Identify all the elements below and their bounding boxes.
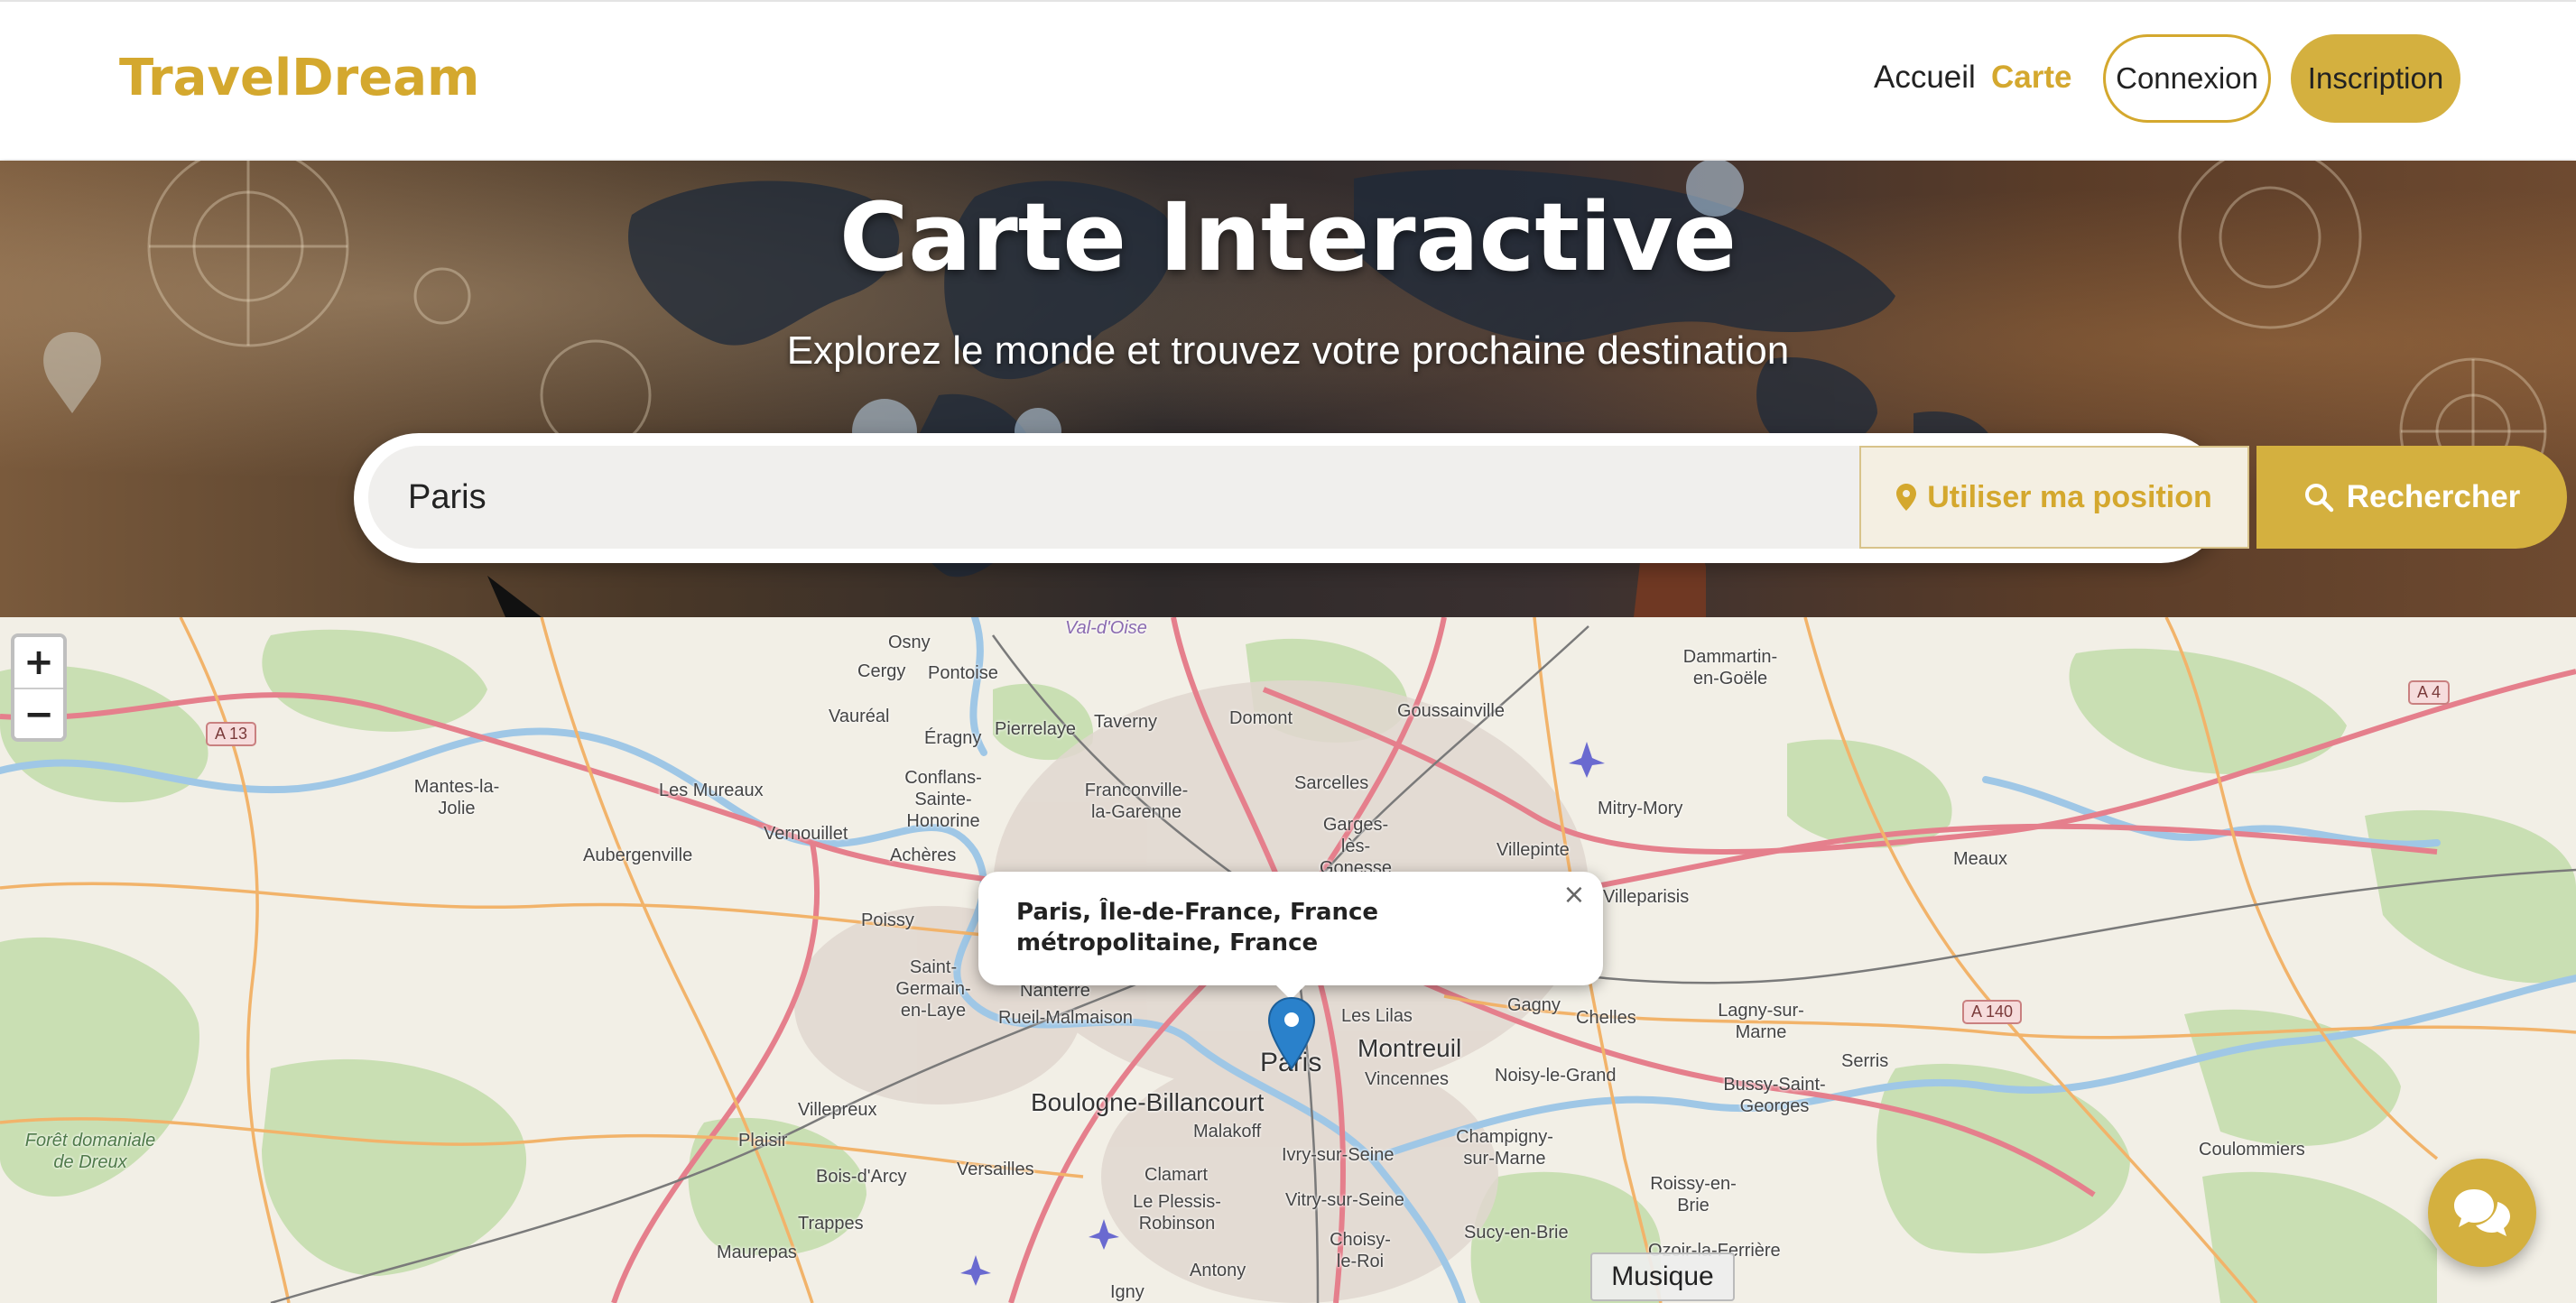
top-navbar: TravelDream Accueil Carte Connexion Insc… (0, 0, 2576, 159)
map-label: Serris (1841, 1051, 1889, 1071)
music-toggle-button[interactable]: Musique (1590, 1252, 1735, 1301)
map-label: Ivry-sur-Seine (1282, 1145, 1395, 1165)
map-label: Osny (888, 633, 931, 652)
map-label: Chelles (1576, 1008, 1636, 1028)
map-label: Garges-lès-Gonesse (1319, 815, 1393, 878)
destination-search-form: Utiliser ma position Rechercher (354, 433, 2567, 563)
map-label: Montreuil (1357, 1034, 1462, 1062)
map-label: Conflans-Sainte-Honorine (904, 768, 982, 831)
map-label: Choisy-le-Roi (1330, 1230, 1391, 1271)
map-pin-icon (1896, 484, 1917, 511)
zoom-out-button[interactable]: − (14, 688, 63, 738)
map-label: Sucy-en-Brie (1464, 1223, 1569, 1243)
page-subtitle: Explorez le monde et trouvez votre proch… (786, 328, 1790, 373)
map-label: Champigny-sur-Marne (1456, 1127, 1553, 1169)
map-label: Vernouillet (764, 824, 848, 844)
signup-button[interactable]: Inscription (2291, 34, 2460, 123)
map-label: Pierrelaye (995, 719, 1077, 739)
map-label: Villeparisis (1603, 887, 1690, 907)
map-label: Vincennes (1365, 1069, 1450, 1089)
search-icon (2304, 484, 2333, 513)
brand-logo[interactable]: TravelDream (119, 49, 479, 107)
map-label: Domont (1229, 708, 1293, 728)
map-label: Vitry-sur-Seine (1285, 1190, 1404, 1210)
map-label: Le Plessis-Robinson (1133, 1192, 1221, 1234)
map-label: Vauréal (829, 707, 890, 726)
map-label: Achères (890, 846, 957, 865)
map-label: Villepinte (1496, 840, 1570, 860)
zoom-control: + − (11, 633, 67, 742)
map-label: Gagny (1507, 995, 1561, 1015)
chat-bubbles-icon (2454, 1189, 2510, 1236)
map-label: Mitry-Mory (1598, 799, 1683, 818)
map-label: Bois-d'Arcy (816, 1167, 907, 1187)
login-button[interactable]: Connexion (2103, 34, 2271, 123)
map-label: Rueil-Malmaison (998, 1008, 1133, 1028)
interactive-map[interactable]: Osny Val-d'Oise Cergy Pontoise Vauréal É… (0, 617, 2576, 1303)
map-label: Mantes-la-Jolie (413, 777, 500, 818)
map-label: Éragny (924, 728, 982, 748)
chat-button[interactable] (2428, 1159, 2536, 1267)
map-label: Plaisir (738, 1131, 788, 1151)
map-label: Maurepas (717, 1243, 797, 1262)
map-label: Lagny-sur-Marne (1718, 1001, 1804, 1042)
map-label: Forêt domaniale de Dreux (24, 1131, 156, 1172)
hero-banner: Carte Interactive Explorez le monde et t… (0, 161, 2576, 617)
map-label: Trappes (798, 1214, 864, 1234)
map-label: Poissy (861, 910, 914, 930)
map-label: Pontoise (928, 663, 998, 683)
map-label: Bussy-Saint-Georges (1723, 1075, 1826, 1116)
destination-search-input[interactable] (368, 446, 1859, 549)
map-label: Sarcelles (1294, 773, 1369, 793)
popup-close-button[interactable]: × (1558, 879, 1590, 911)
location-popup: Paris, Île-de-France, France métropolita… (978, 872, 1603, 985)
map-label: Taverny (1094, 712, 1158, 732)
map-label: Roissy-en-Brie (1650, 1174, 1737, 1215)
map-label: Goussainville (1397, 701, 1505, 721)
map-label: Franconville-la-Garenne (1084, 781, 1189, 822)
use-my-location-label: Utiliser ma position (1927, 479, 2212, 514)
popup-location-text: Paris, Île-de-France, France métropolita… (1016, 899, 1379, 956)
map-label: Saint-Germain-en-Laye (895, 957, 971, 1021)
map-label: Coulommiers (2199, 1140, 2305, 1160)
map-label: Antony (1190, 1261, 1246, 1280)
zoom-in-button[interactable]: + (14, 637, 63, 688)
map-label: Meaux (1953, 849, 2008, 869)
map-label: Clamart (1144, 1165, 1209, 1185)
page-title: Carte Interactive (839, 182, 1737, 292)
location-marker-icon[interactable] (1267, 996, 1316, 1070)
map-label: Villepreux (798, 1100, 877, 1120)
search-button[interactable]: Rechercher (2256, 446, 2567, 549)
map-label: Val-d'Oise (1065, 618, 1147, 638)
road-shield: A 140 (1962, 1000, 2023, 1024)
map-label: Cergy (857, 661, 906, 681)
map-label: Versailles (957, 1160, 1034, 1179)
nav-link-map[interactable]: Carte (1991, 60, 2071, 96)
map-label: Malakoff (1193, 1122, 1262, 1141)
map-label: Igny (1110, 1282, 1144, 1302)
search-button-label: Rechercher (2346, 479, 2521, 514)
nav-link-home[interactable]: Accueil (1874, 60, 1976, 96)
map-label: Boulogne-Billancourt (1031, 1088, 1265, 1116)
map-label: Aubergenville (583, 846, 693, 865)
map-label: Les Lilas (1341, 1006, 1413, 1026)
road-shield: A 4 (2408, 680, 2451, 705)
map-label: Les Mureaux (659, 781, 764, 800)
use-my-location-button[interactable]: Utiliser ma position (1859, 446, 2249, 549)
road-shield: A 13 (206, 722, 257, 746)
map-label: Noisy-le-Grand (1495, 1066, 1617, 1086)
map-label: Dammartin-en-Goële (1682, 647, 1778, 688)
